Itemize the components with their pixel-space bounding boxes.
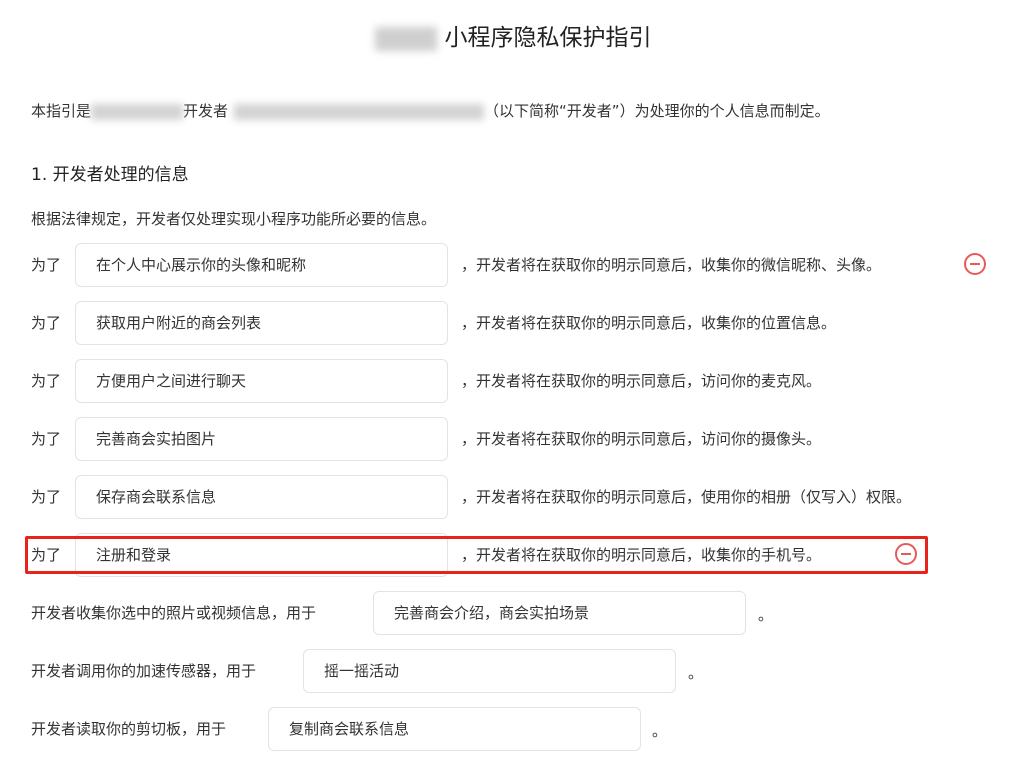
usage-prefix: 开发者调用你的加速传感器，用于 xyxy=(31,662,257,680)
purpose-prefix: 为了 xyxy=(31,256,62,274)
purpose-prefix: 为了 xyxy=(31,314,62,332)
usage-prefix: 开发者读取你的剪切板，用于 xyxy=(31,720,227,738)
purpose-suffix: ，开发者将在获取你的明示同意后，访问你的麦克风。 xyxy=(461,372,822,390)
redacted-name xyxy=(374,26,437,51)
purpose-row: 为了 在个人中心展示你的头像和昵称 ，开发者将在获取你的明示同意后，收集你的微信… xyxy=(31,243,1021,289)
intro-mid: 开发者 xyxy=(183,102,229,120)
usage-input[interactable]: 复制商会联系信息 xyxy=(268,707,641,751)
purpose-input[interactable]: 在个人中心展示你的头像和昵称 xyxy=(75,243,448,287)
usage-suffix: 。 xyxy=(652,722,668,740)
purpose-suffix: ，开发者将在获取你的明示同意后，访问你的摄像头。 xyxy=(461,430,822,448)
purpose-suffix: ，开发者将在获取你的明示同意后，使用你的相册（仅写入）权限。 xyxy=(461,488,912,506)
purpose-row: 为了 获取用户附近的商会列表 ，开发者将在获取你的明示同意后，收集你的位置信息。 xyxy=(31,301,1021,347)
purpose-prefix: 为了 xyxy=(31,372,62,390)
section-title: 1. 开发者处理的信息 xyxy=(31,165,189,185)
highlight-box xyxy=(25,536,928,574)
redacted-segment xyxy=(91,103,184,120)
page-title-text: 小程序隐私保护指引 xyxy=(444,25,652,51)
usage-input[interactable]: 摇一摇活动 xyxy=(303,649,676,693)
usage-prefix: 开发者收集你选中的照片或视频信息，用于 xyxy=(31,604,317,622)
purpose-input[interactable]: 保存商会联系信息 xyxy=(75,475,448,519)
purpose-prefix: 为了 xyxy=(31,488,62,506)
purpose-row: 为了 完善商会实拍图片 ，开发者将在获取你的明示同意后，访问你的摄像头。 xyxy=(31,417,1021,463)
redacted-segment xyxy=(234,103,485,120)
purpose-input[interactable]: 完善商会实拍图片 xyxy=(75,417,448,461)
page-title: 小程序隐私保护指引 xyxy=(0,20,1026,56)
minus-circle-icon[interactable] xyxy=(964,253,986,275)
purpose-suffix: ，开发者将在获取你的明示同意后，收集你的位置信息。 xyxy=(461,314,837,332)
usage-suffix: 。 xyxy=(758,606,774,624)
section-description: 根据法律规定，开发者仅处理实现小程序功能所必要的信息。 xyxy=(31,210,437,228)
intro-text: 本指引是 开发者 （以下简称“开发者”）为处理你的个人信息而制定。 xyxy=(31,98,830,124)
intro-start: 本指引是 xyxy=(31,102,92,120)
purpose-row: 为了 方便用户之间进行聊天 ，开发者将在获取你的明示同意后，访问你的麦克风。 xyxy=(31,359,1021,405)
purpose-input[interactable]: 获取用户附近的商会列表 xyxy=(75,301,448,345)
purpose-prefix: 为了 xyxy=(31,430,62,448)
usage-input[interactable]: 完善商会介绍，商会实拍场景 xyxy=(373,591,746,635)
purpose-row: 为了 保存商会联系信息 ，开发者将在获取你的明示同意后，使用你的相册（仅写入）权… xyxy=(31,475,1021,521)
purpose-suffix: ，开发者将在获取你的明示同意后，收集你的微信昵称、头像。 xyxy=(461,256,882,274)
purpose-input[interactable]: 方便用户之间进行聊天 xyxy=(75,359,448,403)
usage-suffix: 。 xyxy=(688,664,704,682)
intro-end: （以下简称“开发者”）为处理你的个人信息而制定。 xyxy=(484,102,830,120)
